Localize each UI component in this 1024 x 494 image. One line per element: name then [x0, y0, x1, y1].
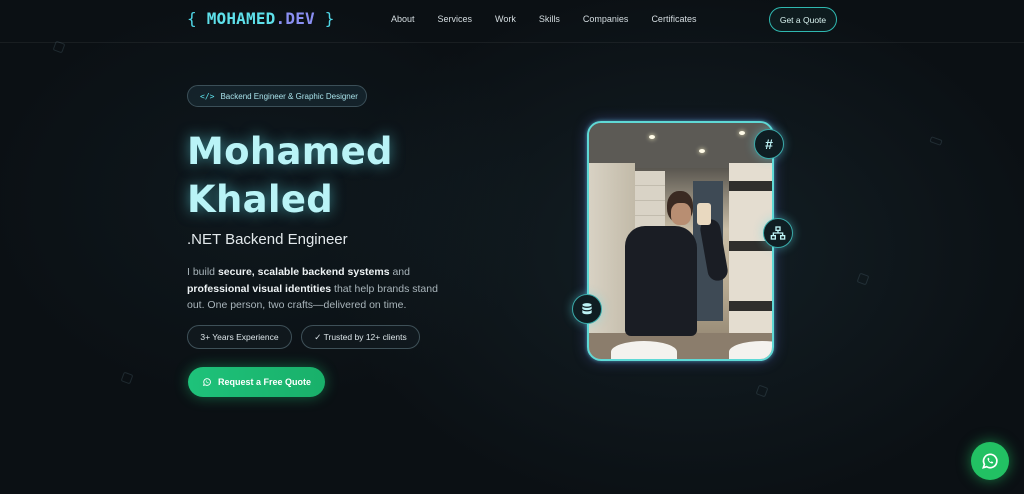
hash-icon: #	[754, 129, 784, 159]
code-icon: </>	[200, 91, 215, 101]
desc-text: I build	[187, 266, 218, 278]
nav-link-work[interactable]: Work	[495, 14, 516, 24]
get-quote-button[interactable]: Get a Quote	[769, 7, 837, 32]
role-tag-label: Backend Engineer & Graphic Designer	[220, 91, 358, 101]
decorative-shape	[856, 272, 870, 286]
logo-suffix: .DEV	[275, 9, 315, 28]
main-nav: About Services Work Skills Companies Cer…	[391, 14, 719, 24]
nav-link-skills[interactable]: Skills	[539, 14, 560, 24]
logo-open-brace: {	[187, 9, 197, 28]
nav-link-companies[interactable]: Companies	[583, 14, 629, 24]
decorative-shape	[120, 371, 134, 385]
nav-link-about[interactable]: About	[391, 14, 415, 24]
hero-title: Mohamed Khaled	[187, 128, 393, 224]
network-icon	[763, 218, 793, 248]
trusted-badge: ✓ Trusted by 12+ clients	[301, 325, 420, 349]
nav-link-services[interactable]: Services	[438, 14, 473, 24]
whatsapp-float-button[interactable]	[971, 442, 1009, 480]
whatsapp-icon	[202, 378, 211, 387]
hero-role: .NET Backend Engineer	[187, 231, 348, 248]
decorative-shape	[929, 136, 943, 146]
logo-name: MOHAMED	[206, 9, 276, 28]
site-logo[interactable]: { MOHAMED.DEV }	[187, 9, 335, 28]
request-quote-label: Request a Free Quote	[217, 377, 312, 387]
desc-highlight: professional visual identities	[187, 282, 332, 295]
decorative-shape	[755, 384, 769, 398]
request-quote-button[interactable]: Request a Free Quote	[188, 367, 325, 397]
nav-link-certificates[interactable]: Certificates	[651, 14, 696, 24]
experience-badge: 3+ Years Experience	[187, 325, 292, 349]
hero-first-name: Mohamed	[187, 130, 393, 173]
site-header: { MOHAMED.DEV } About Services Work Skil…	[0, 0, 1024, 43]
database-icon	[572, 294, 602, 324]
desc-text: and	[389, 266, 410, 278]
role-tag: </> Backend Engineer & Graphic Designer	[187, 85, 367, 107]
hero-last-name: Khaled	[187, 178, 334, 221]
background-glow	[0, 0, 1024, 494]
desc-highlight: secure, scalable backend systems	[217, 266, 390, 278]
whatsapp-icon	[982, 453, 998, 469]
profile-photo	[587, 121, 774, 361]
hero-description: I build secure, scalable backend systems…	[187, 264, 457, 314]
logo-close-brace: }	[324, 9, 335, 28]
